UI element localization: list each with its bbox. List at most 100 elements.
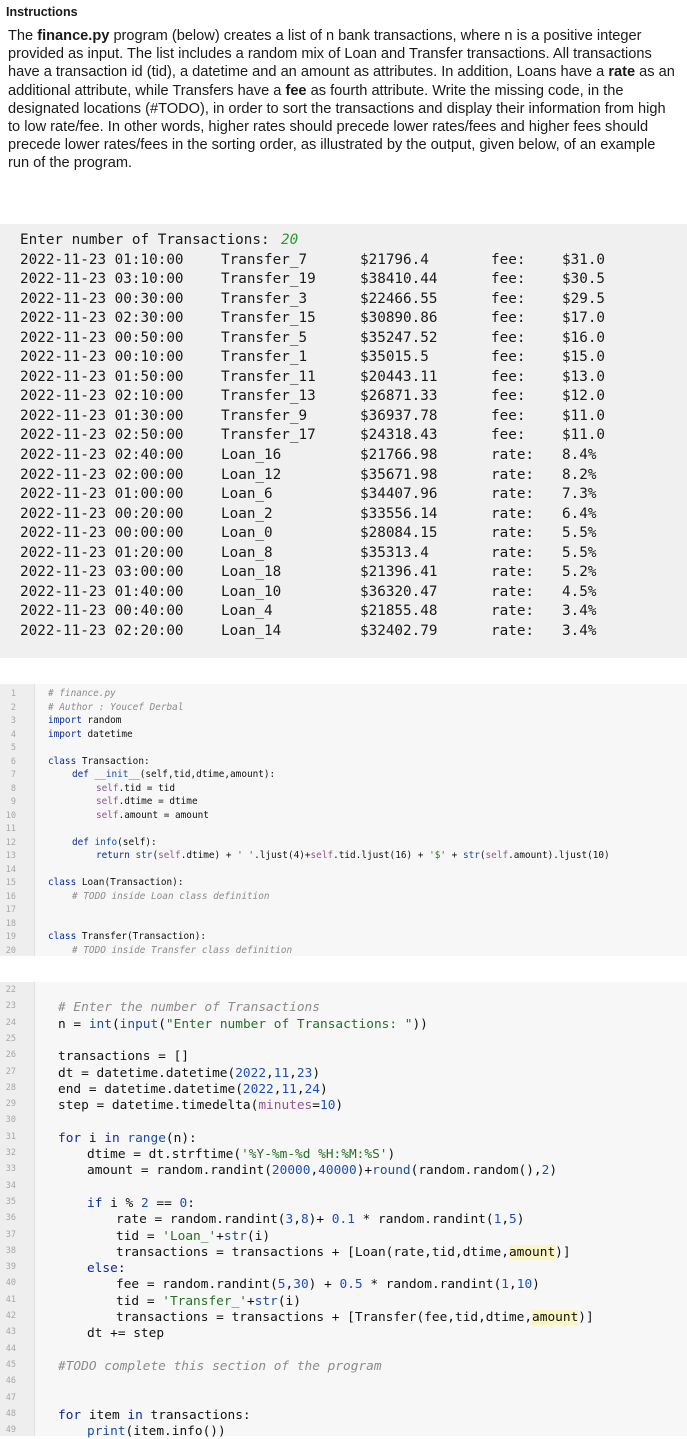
code-token: )+	[356, 1163, 373, 1179]
console-transaction-id: Transfer_15	[221, 310, 316, 327]
console-transaction-id: Loan_4	[221, 603, 273, 620]
line-number: 45	[5, 1359, 16, 1370]
code-token: )	[516, 1212, 525, 1228]
console-attr-value: $11.0	[562, 427, 606, 444]
line-number: 40	[5, 1278, 16, 1289]
console-amount: $21855.48	[360, 603, 438, 620]
console-attr-value: 3.4%	[562, 622, 597, 639]
line-number: 7	[10, 770, 16, 780]
instructions-text: The finance.py program (below) creates a…	[8, 28, 675, 172]
console-attr-value: $30.5	[562, 271, 606, 288]
line-number: 22	[5, 985, 16, 995]
console-transaction-id: Transfer_9	[221, 407, 308, 424]
code-token: range	[127, 1130, 166, 1146]
console-amount: $36320.47	[360, 583, 438, 600]
code-token: # TODO inside Loan class definition	[72, 890, 270, 902]
code-token: 'Loan_'	[162, 1228, 217, 1244]
code-token: .tid = tid	[118, 782, 176, 794]
line-number: 29	[5, 1099, 16, 1110]
line-number: 18	[5, 918, 16, 929]
code-token: # TODO inside Transfer class definition	[72, 944, 293, 956]
console-amount: $35015.5	[360, 349, 429, 366]
code-token: 23	[296, 1065, 313, 1081]
code-token: dt = datetime.datetime(	[58, 1065, 236, 1081]
console-timestamp: 2022-11-23 02:40:00	[20, 447, 184, 463]
console-attr-value: 3.4%	[562, 603, 597, 620]
code-token: :	[117, 1261, 126, 1277]
code-token: import	[48, 728, 88, 740]
code-token: ' '	[237, 850, 255, 861]
console-attr-label: fee:	[491, 290, 526, 307]
code-editor-top: 1 2 3 4 5 6 7 8 9 10 11 12 13 14 15 16 17 18 19 20 # finance…	[0, 684, 687, 956]
line-number: 41	[5, 1294, 16, 1305]
console-attr-label: rate:	[491, 486, 535, 503]
code-line: # TODO inside Transfer class definition	[72, 945, 292, 956]
code-token: )	[549, 1163, 558, 1179]
code-token: +	[246, 1293, 255, 1309]
code-line: n = int(input("Enter number of Transacti…	[58, 1017, 428, 1032]
code-line: step = datetime.timedelta(minutes=10)	[58, 1098, 343, 1113]
code-token: (n):	[165, 1130, 197, 1146]
code-token: 0.1	[331, 1212, 355, 1228]
console-attr-value: $16.0	[562, 329, 606, 346]
console-attr-value: $13.0	[562, 368, 606, 385]
code-token: 40000	[318, 1163, 357, 1179]
code-token: end = datetime.datetime(	[58, 1081, 243, 1097]
code-line: # Author : Youcef Derbal	[48, 702, 183, 713]
console-transaction-id: Transfer_19	[221, 271, 316, 288]
code-token: self	[96, 809, 119, 821]
code-token: random	[87, 715, 122, 726]
line-number: 23	[5, 1001, 16, 1012]
code-line: for item in transactions:	[58, 1408, 251, 1423]
code-token: 10	[319, 1098, 336, 1114]
code-token: +	[216, 1228, 224, 1244]
code-token: 8	[300, 1212, 309, 1228]
code-token: 'Transfer_'	[162, 1293, 247, 1309]
console-transaction-id: Loan_12	[221, 466, 282, 483]
console-attr-label: rate:	[491, 583, 535, 600]
code-line: for i in range(n):	[58, 1131, 197, 1146]
console-attr-label: fee:	[491, 407, 526, 424]
code-token: round	[372, 1163, 411, 1179]
line-number: 5	[10, 743, 16, 753]
console-amount: $22466.55	[360, 290, 438, 307]
code-line: tid = 'Loan_'+str(i)	[116, 1229, 270, 1244]
line-number: 48	[5, 1408, 16, 1419]
code-token: (	[111, 1016, 120, 1032]
code-token: 10	[516, 1277, 533, 1293]
code-token: amount = random.randint(	[87, 1163, 272, 1179]
console-transaction-id: Loan_0	[221, 525, 273, 542]
code-token: )	[335, 1098, 344, 1114]
line-number: 20	[5, 945, 16, 956]
line-number: 47	[5, 1392, 16, 1403]
line-number: 26	[5, 1050, 16, 1061]
console-attr-label: rate:	[491, 603, 535, 620]
code-token: ==	[148, 1195, 180, 1211]
code-token: (self):	[117, 836, 157, 848]
line-number: 16	[5, 891, 16, 902]
console-timestamp: 2022-11-23 02:00:00	[20, 466, 184, 483]
code-token: return	[96, 850, 136, 861]
code-line: self.amount = amount	[96, 810, 209, 821]
code-editor-bottom: 22 23 24 25 26 27 28 29 30 31 32 33 34 35 36 37 38 39 40 41…	[0, 982, 687, 1439]
code-token: '%Y-%m-%d %H:%M:%S'	[241, 1147, 388, 1162]
console-attr-label: fee:	[491, 310, 526, 327]
code-token: :	[187, 1195, 195, 1211]
code-token: i %	[110, 1195, 141, 1211]
line-number: 9	[10, 797, 16, 807]
code-token: (item.info())	[125, 1424, 226, 1439]
code-token: class	[48, 877, 82, 888]
console-amount: $21396.41	[360, 564, 438, 581]
code-token: ,	[296, 1081, 305, 1097]
code-token: self	[310, 850, 334, 861]
console-attr-label: rate:	[491, 505, 535, 522]
console-transaction-id: Loan_2	[221, 505, 273, 522]
console-transaction-id: Transfer_5	[221, 329, 308, 346]
code-token: item	[88, 1407, 128, 1423]
console-timestamp: 2022-11-23 01:00:00	[20, 486, 184, 503]
code-token: .dtime = dtime	[118, 796, 198, 807]
console-attr-label: rate:	[491, 544, 535, 561]
code-line: return str(self.dtime) + ' '.ljust(4)+se…	[96, 850, 610, 861]
code-token: if	[87, 1195, 111, 1211]
line-number: 31	[5, 1131, 16, 1142]
